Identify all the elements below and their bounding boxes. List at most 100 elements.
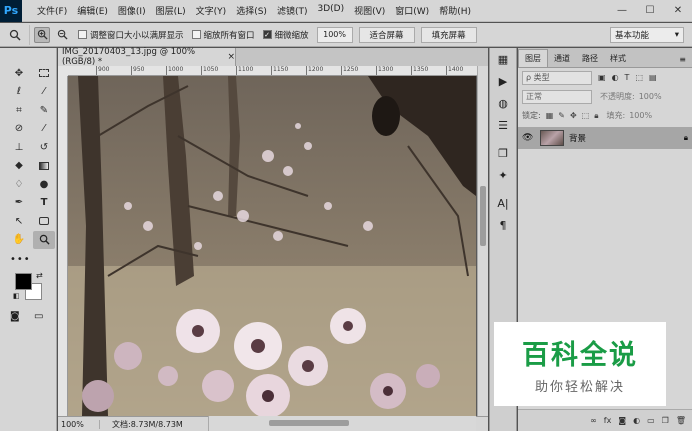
lock-pixels-icon[interactable]: ✎ — [558, 111, 565, 121]
shape-tool[interactable] — [33, 212, 55, 231]
eyedropper-tool[interactable]: ✎ — [33, 101, 55, 120]
brush-panel-button[interactable]: ✦ — [490, 164, 516, 186]
menu-type[interactable]: 文字(Y) — [191, 4, 232, 17]
dodge-tool[interactable]: ● — [33, 175, 55, 194]
zoom-out-button[interactable] — [54, 27, 70, 43]
fill-field[interactable]: 100% — [629, 111, 659, 120]
eraser-tool[interactable]: ◆ — [8, 157, 30, 176]
horizontal-scrollbar[interactable] — [208, 416, 476, 431]
lock-position-icon[interactable]: ✥ — [570, 111, 577, 121]
vertical-scrollbar[interactable] — [477, 66, 488, 416]
tab-styles[interactable]: 样式 — [604, 50, 632, 67]
adjustment-filter-icon[interactable]: ◐ — [612, 73, 619, 82]
healing-brush-tool[interactable]: ⊘ — [8, 120, 30, 139]
properties-panel-button[interactable]: ☰ — [490, 114, 516, 136]
document-tab[interactable]: IMG_20170403_13.jpg @ 100%(RGB/8) * × — [58, 47, 236, 67]
clone-source-panel-button[interactable]: ❐ — [490, 142, 516, 164]
menu-select[interactable]: 选择(S) — [231, 4, 272, 17]
quick-mask-icon[interactable]: ◙ — [10, 311, 20, 322]
fill-screen-button[interactable]: 填充屏幕 — [420, 26, 477, 43]
status-zoom[interactable]: 100% — [58, 419, 100, 429]
menu-image[interactable]: 图像(I) — [113, 4, 151, 17]
close-tab-icon[interactable]: × — [227, 52, 235, 62]
gradient-tool[interactable] — [33, 157, 55, 176]
blur-tool[interactable]: ♢ — [8, 175, 30, 194]
history-brush-tool[interactable]: ↺ — [33, 138, 55, 157]
menu-view[interactable]: 视图(V) — [349, 4, 390, 17]
vertical-scroll-thumb[interactable] — [480, 186, 486, 246]
lock-artboard-icon[interactable]: ⬚ — [582, 111, 590, 121]
tab-channels[interactable]: 通道 — [548, 50, 576, 67]
actions-panel-button[interactable]: ▶ — [490, 70, 516, 92]
crop-tool[interactable]: ⌗ — [8, 101, 30, 120]
smart-object-filter-icon[interactable]: ▤ — [649, 73, 657, 82]
opacity-field[interactable]: 100% — [639, 92, 669, 101]
trash-icon[interactable]: 🗑︎ — [676, 416, 686, 425]
menu-file[interactable]: 文件(F) — [32, 4, 72, 17]
resize-windows-checkbox[interactable]: 调整窗口大小以满屏显示 — [78, 29, 184, 41]
move-tool[interactable]: ✥ — [8, 64, 30, 83]
layer-row[interactable]: 👁︎ 背景 🔒︎ — [518, 127, 692, 149]
add-mask-icon[interactable]: ◙ — [618, 416, 626, 425]
horizontal-scroll-thumb[interactable] — [269, 420, 349, 426]
ruler-origin[interactable] — [58, 66, 68, 76]
menu-filter[interactable]: 滤镜(T) — [272, 4, 313, 17]
new-layer-icon[interactable]: ❐ — [662, 416, 669, 425]
shape-filter-icon[interactable]: ⬚ — [635, 73, 643, 82]
path-selection-tool[interactable]: ↖ — [8, 212, 30, 231]
zoom-value-field[interactable]: 100% — [316, 26, 353, 43]
visibility-eye-icon[interactable]: 👁︎ — [522, 133, 536, 143]
pen-tool[interactable]: ✒ — [8, 194, 30, 213]
workspace-select[interactable]: 基本功能 ▾ — [610, 26, 684, 43]
link-layers-icon[interactable]: ∞ — [590, 416, 597, 425]
close-button[interactable]: ✕ — [664, 0, 692, 22]
clone-stamp-tool[interactable]: ⊥ — [8, 138, 30, 157]
blend-mode-select[interactable]: 正常 — [522, 89, 592, 104]
image-canvas[interactable] — [68, 76, 476, 416]
lock-all-icon[interactable]: 🔒︎ — [594, 111, 598, 121]
magic-wand-tool[interactable]: ⁄ — [33, 83, 55, 102]
character-panel-button[interactable]: A| — [490, 192, 516, 214]
menu-layer[interactable]: 图层(L) — [151, 4, 191, 17]
tool-preset-picker[interactable] — [0, 24, 30, 45]
maximize-button[interactable]: ☐ — [636, 0, 664, 22]
menu-3d[interactable]: 3D(D) — [312, 4, 349, 17]
paragraph-panel-button[interactable]: ¶ — [490, 214, 516, 236]
lasso-tool[interactable]: ℓ — [8, 83, 30, 102]
panel-menu-icon[interactable]: ≡ — [673, 52, 692, 67]
checkbox-checked[interactable]: ✓ — [262, 30, 272, 39]
adjustments-panel-button[interactable]: ◍ — [490, 92, 516, 114]
horizontal-ruler[interactable]: 900 950 1000 1050 1100 1150 1200 1250 13… — [68, 66, 477, 76]
scrubby-zoom-checkbox[interactable]: ✓ 细微缩放 — [262, 29, 309, 41]
fx-icon[interactable]: fx — [604, 416, 612, 425]
fit-screen-button[interactable]: 适合屏幕 — [358, 26, 415, 43]
adjustment-layer-icon[interactable]: ◐ — [633, 416, 640, 425]
history-panel-button[interactable]: ▦ — [490, 48, 516, 70]
menu-edit[interactable]: 编辑(E) — [72, 4, 113, 17]
checkbox-box[interactable] — [78, 30, 87, 39]
new-group-icon[interactable]: ▭ — [647, 416, 655, 425]
more-tools-icon[interactable]: ••• — [10, 254, 31, 265]
minimize-button[interactable]: — — [608, 0, 636, 22]
brush-tool[interactable]: ⁄ — [33, 120, 55, 139]
hand-tool[interactable]: ✋ — [8, 231, 30, 250]
filter-kind-select[interactable]: ρ 类型 — [522, 70, 592, 85]
lock-transparency-icon[interactable]: ▦ — [546, 111, 554, 121]
swap-colors-icon[interactable]: ⇄ — [36, 271, 43, 280]
foreground-color-swatch[interactable] — [15, 273, 32, 290]
tab-paths[interactable]: 路径 — [576, 50, 604, 67]
marquee-tool[interactable] — [33, 64, 55, 83]
zoom-in-button[interactable] — [34, 26, 50, 43]
document-size[interactable]: 文档:8.73M/8.73M — [100, 419, 183, 430]
tab-layers[interactable]: 图层 — [518, 49, 548, 67]
zoom-tool[interactable] — [33, 230, 55, 249]
checkbox-box[interactable] — [191, 30, 201, 39]
type-filter-icon[interactable]: T — [625, 73, 630, 82]
type-tool[interactable]: T — [33, 194, 55, 213]
menu-help[interactable]: 帮助(H) — [434, 4, 476, 17]
menu-window[interactable]: 窗口(W) — [390, 4, 434, 17]
vertical-ruler[interactable] — [58, 76, 68, 416]
zoom-all-checkbox[interactable]: 缩放所有窗口 — [191, 29, 255, 41]
screen-mode-icon[interactable]: ▭ — [34, 311, 43, 322]
pixel-filter-icon[interactable]: ▣ — [598, 73, 606, 82]
